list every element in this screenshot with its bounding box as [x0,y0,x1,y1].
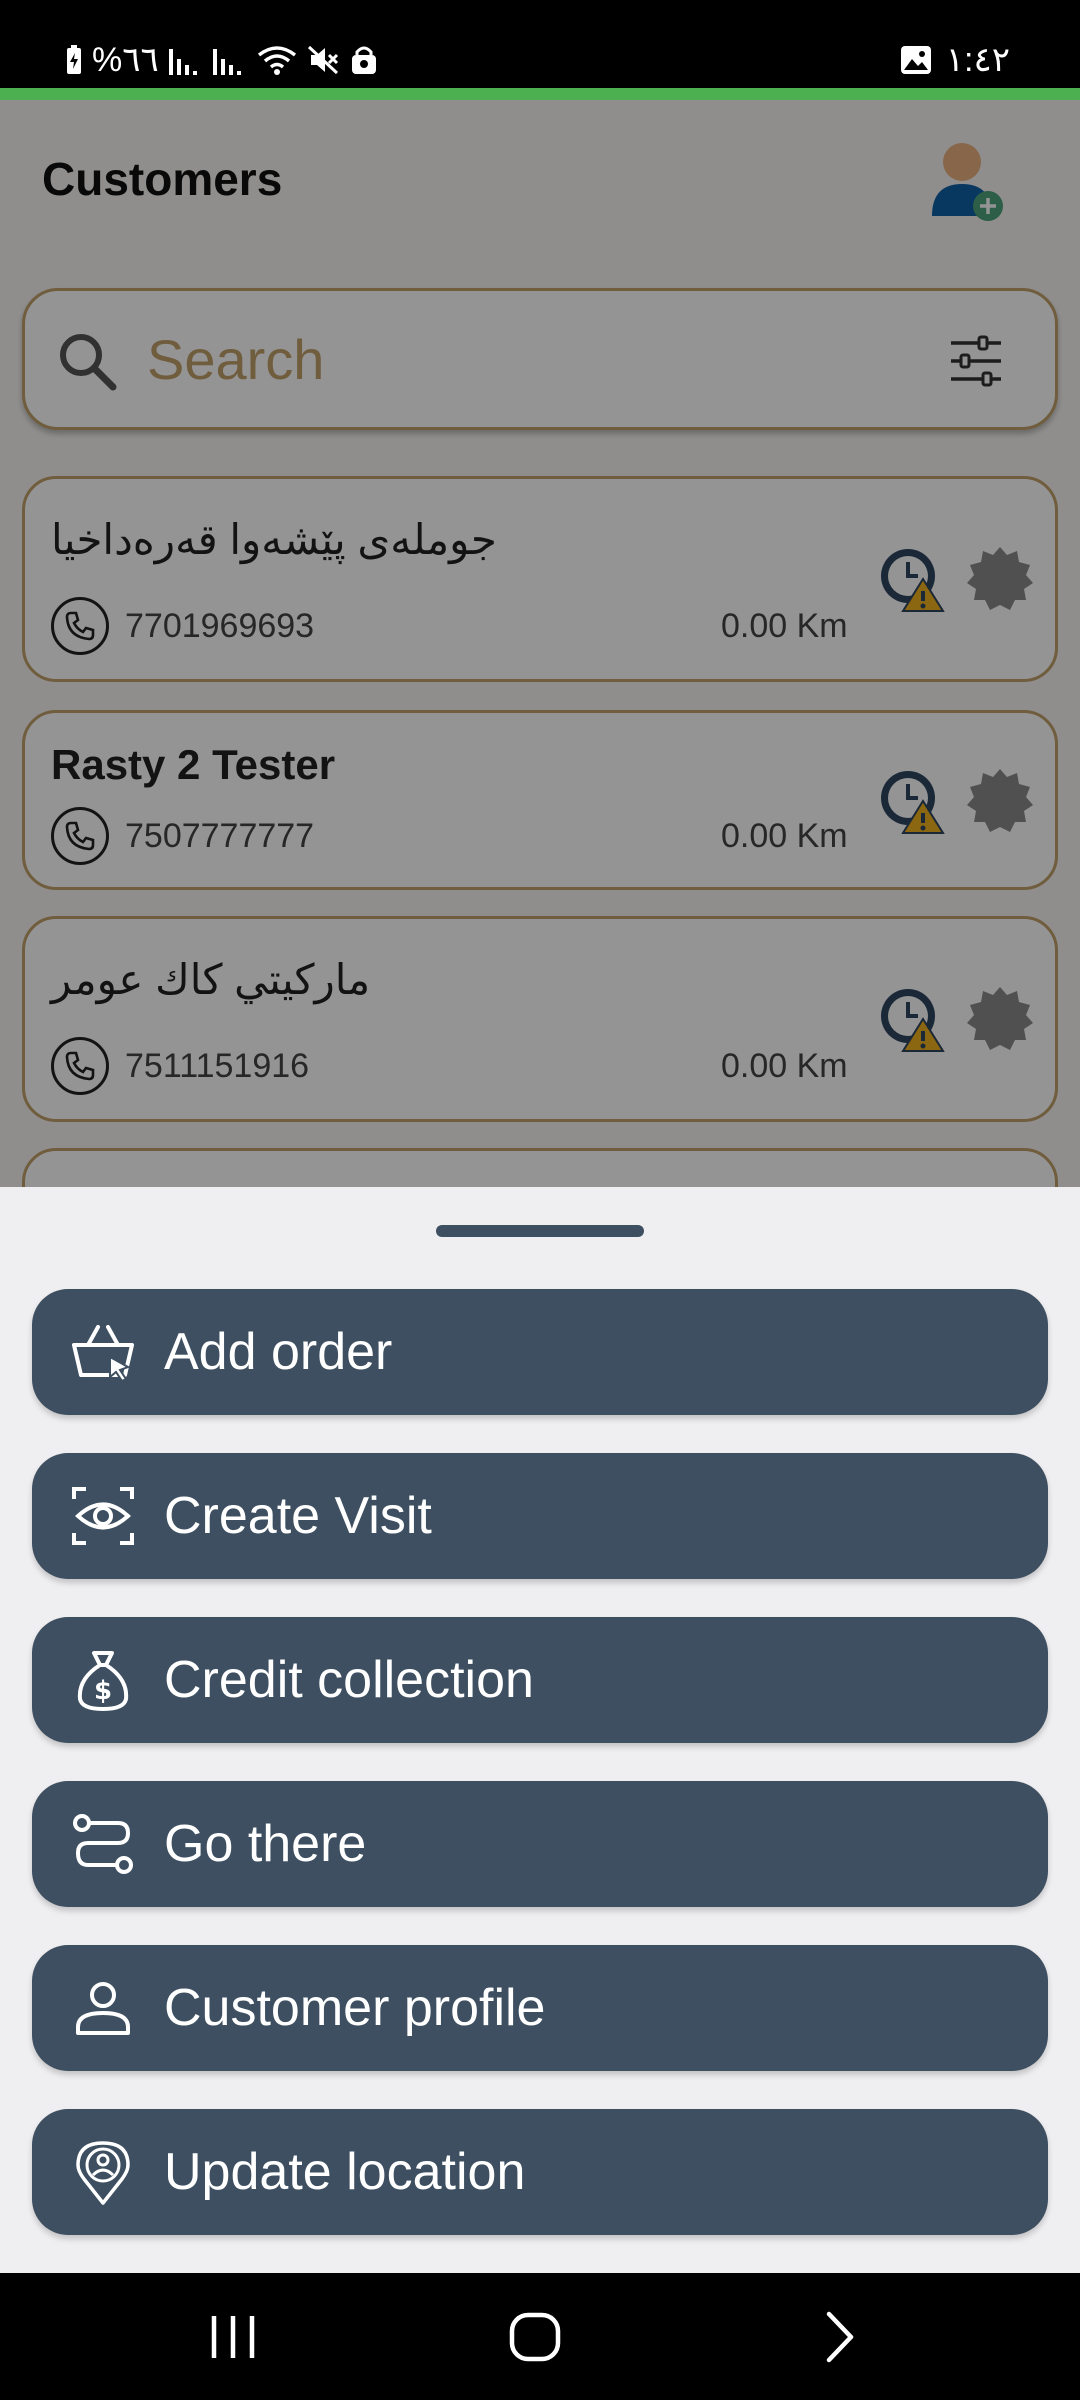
lock-icon [351,45,377,75]
go-there-button[interactable]: Go there [32,1781,1048,1907]
create-visit-label: Create Visit [164,1487,432,1545]
battery-icon [66,45,82,75]
update-location-label: Update location [164,2143,526,2201]
add-order-button[interactable]: Add order [32,1289,1048,1415]
actions-bottom-sheet: Add order Create Visit $ Credit collecti… [0,1187,1080,2273]
route-icon [70,1811,136,1877]
wifi-icon [257,45,297,75]
drag-handle[interactable] [436,1225,644,1237]
image-icon [900,45,932,75]
eye-scan-icon [70,1483,136,1549]
status-bar: %٦٦ ١:٤٢ [0,0,1080,88]
person-icon [70,1975,136,2041]
svg-text:$: $ [94,1676,112,1706]
customer-profile-label: Customer profile [164,1979,546,2037]
credit-collection-label: Credit collection [164,1651,534,1709]
basket-icon [70,1319,136,1385]
signal-icon [212,45,247,75]
system-nav-bar [0,2273,1080,2400]
status-left: %٦٦ [66,38,377,82]
recent-apps-button[interactable] [198,2307,268,2367]
battery-percent: %٦٦ [92,41,159,79]
top-accent-bar [0,88,1080,100]
modal-scrim[interactable] [0,100,1080,1187]
back-button[interactable] [804,2307,874,2367]
update-location-button[interactable]: Update location [32,2109,1048,2235]
credit-collection-button[interactable]: $ Credit collection [32,1617,1048,1743]
mute-icon [307,45,341,75]
location-pin-icon [70,2139,136,2205]
status-time: ١:٤٢ [945,41,1010,79]
signal-icon [168,45,203,75]
go-there-label: Go there [164,1815,367,1873]
money-bag-icon: $ [70,1647,136,1713]
status-right: ١:٤٢ [900,38,1010,82]
home-button[interactable] [500,2307,570,2367]
customer-profile-button[interactable]: Customer profile [32,1945,1048,2071]
create-visit-button[interactable]: Create Visit [32,1453,1048,1579]
add-order-label: Add order [164,1323,393,1381]
